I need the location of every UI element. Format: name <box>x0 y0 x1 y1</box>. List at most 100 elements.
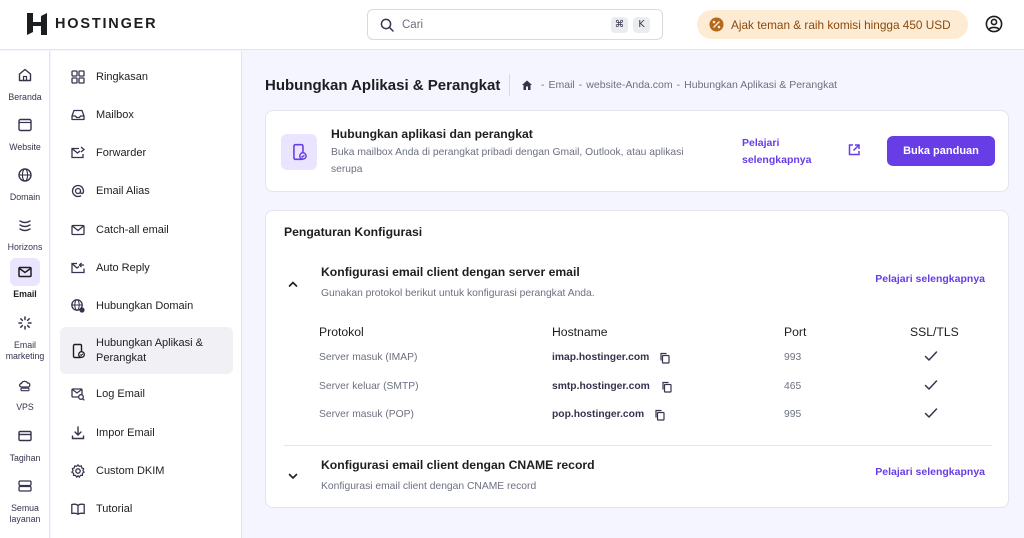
at-sign-icon <box>71 184 85 198</box>
credit-card-icon <box>18 430 32 442</box>
subnav-item-impor-email[interactable]: Impor Email <box>60 421 233 445</box>
brand-logo[interactable]: HOSTINGER <box>27 13 157 35</box>
open-guide-button[interactable]: Buka panduan <box>887 136 995 166</box>
subnav-item-tutorial[interactable]: Tutorial <box>60 497 233 521</box>
forward-mail-icon <box>71 146 86 159</box>
device-link-icon <box>293 143 307 161</box>
external-link-icon[interactable] <box>847 143 861 157</box>
feature-title: Hubungkan aplikasi dan perangkat <box>331 127 533 141</box>
section-cname-description: Konfigurasi email client dengan CNAME re… <box>321 481 537 492</box>
email-sub-nav: Ringkasan Mailbox Forwarder Email Alias … <box>51 51 242 538</box>
browser-icon <box>18 118 32 132</box>
subnav-item-email-alias[interactable]: Email Alias <box>60 179 233 203</box>
book-icon <box>71 503 85 515</box>
envelope-icon <box>71 224 85 236</box>
promo-text: Ajak teman & raih komisi hingga 450 USD <box>731 17 951 32</box>
sparkle-icon <box>18 316 32 330</box>
row-pop-hostname: pop.hostinger.com <box>552 409 645 420</box>
search-icon <box>380 18 394 32</box>
subnav-item-hubungkan-domain[interactable]: Hubungkan Domain <box>60 294 233 318</box>
subnav-item-forwarder[interactable]: Forwarder <box>60 141 233 165</box>
rail-item-tagihan[interactable]: Tagihan <box>0 422 50 464</box>
device-link-icon <box>72 343 85 358</box>
col-header-port: Port <box>784 325 807 339</box>
globe-link-icon <box>71 299 85 313</box>
subnav-item-auto-reply[interactable]: Auto Reply <box>60 256 233 280</box>
chevron-up-icon[interactable] <box>287 278 299 290</box>
copy-icon[interactable] <box>661 381 673 393</box>
col-header-hostname: Hostname <box>552 325 608 339</box>
hostinger-logo-icon <box>27 13 47 35</box>
connect-apps-card: Hubungkan aplikasi dan perangkat Buka ma… <box>265 110 1009 192</box>
import-icon <box>71 426 85 440</box>
section-server-title[interactable]: Konfigurasi email client dengan server e… <box>321 265 580 279</box>
log-search-icon <box>71 388 85 401</box>
section-server-learn-more[interactable]: Pelajari selengkapnya <box>875 273 985 285</box>
subnav-item-custom-dkim[interactable]: Custom DKIM <box>60 459 233 483</box>
rail-item-domain[interactable]: Domain <box>0 161 50 203</box>
account-avatar[interactable] <box>985 15 1003 33</box>
breadcrumb-domain[interactable]: website-Anda.com <box>586 79 672 91</box>
chevron-down-icon[interactable] <box>287 470 299 482</box>
home-icon <box>18 68 32 82</box>
top-bar: HOSTINGER Cari ⌘ K Ajak teman & raih kom… <box>0 0 1024 50</box>
rail-item-horizons[interactable]: Horizons <box>0 211 50 253</box>
referral-badge-icon <box>709 17 724 32</box>
user-circle-icon <box>985 15 1003 33</box>
breadcrumb-email[interactable]: Email <box>549 79 575 91</box>
subnav-item-ringkasan[interactable]: Ringkasan <box>60 65 233 89</box>
gear-icon <box>71 464 85 478</box>
cloud-server-icon <box>18 380 31 392</box>
mail-icon <box>18 266 32 278</box>
row-smtp-port: 465 <box>784 381 802 392</box>
row-imap-port: 993 <box>784 352 802 363</box>
auto-reply-icon <box>71 262 85 274</box>
row-smtp-protocol: Server keluar (SMTP) <box>319 381 419 392</box>
check-icon <box>924 408 938 418</box>
row-imap-hostname: imap.hostinger.com <box>552 352 650 363</box>
row-imap-protocol: Server masuk (IMAP) <box>319 352 418 363</box>
row-pop-protocol: Server masuk (POP) <box>319 409 414 420</box>
rail-item-beranda[interactable]: Beranda <box>0 61 50 103</box>
copy-icon[interactable] <box>659 352 671 364</box>
referral-promo-button[interactable]: Ajak teman & raih komisi hingga 450 USD <box>697 10 968 39</box>
breadcrumb-current: Hubungkan Aplikasi & Perangkat <box>684 79 838 91</box>
learn-more-link[interactable]: Pelajari selengkapnya <box>742 135 832 169</box>
shortcut-key-k: K <box>633 16 650 33</box>
breadcrumb-divider <box>509 74 510 96</box>
horizons-icon <box>19 220 31 232</box>
rail-item-semua-layanan[interactable]: Semua layanan <box>0 472 50 525</box>
dashboard-icon <box>71 70 85 84</box>
inbox-icon <box>71 109 85 121</box>
rail-item-email-marketing[interactable]: Email marketing <box>0 309 50 362</box>
col-header-ssl: SSL/TLS <box>910 325 959 339</box>
config-card: Pengaturan Konfigurasi Konfigurasi email… <box>265 210 1009 508</box>
row-pop-port: 995 <box>784 409 802 420</box>
search-input[interactable]: Cari ⌘ K <box>367 9 663 40</box>
primary-nav-rail: Beranda Website Domain Horizons Email Em… <box>0 51 50 538</box>
rail-item-website[interactable]: Website <box>0 111 50 153</box>
rail-item-vps[interactable]: VPS <box>0 371 50 413</box>
feature-description: Buka mailbox Anda di perangkat pribadi d… <box>331 147 684 175</box>
database-icon <box>18 480 32 492</box>
check-icon <box>924 351 938 361</box>
section-cname-title[interactable]: Konfigurasi email client dengan CNAME re… <box>321 458 595 472</box>
breadcrumb: - Email - website-Anda.com - Hubungkan A… <box>521 79 837 91</box>
subnav-item-catch-all[interactable]: Catch-all email <box>60 218 233 242</box>
globe-icon <box>18 168 32 182</box>
col-header-protocol: Protokol <box>319 325 364 339</box>
section-divider <box>284 445 992 446</box>
section-cname-learn-more[interactable]: Pelajari selengkapnya <box>875 466 985 478</box>
brand-name: HOSTINGER <box>55 16 158 32</box>
copy-icon[interactable] <box>654 409 666 421</box>
subnav-item-hubungkan-aplikasi[interactable]: Hubungkan Aplikasi & Perangkat <box>60 327 233 374</box>
subnav-item-log-email[interactable]: Log Email <box>60 382 233 406</box>
page-title: Hubungkan Aplikasi & Perangkat <box>265 77 501 94</box>
row-smtp-hostname: smtp.hostinger.com <box>552 381 650 392</box>
home-icon[interactable] <box>521 79 533 91</box>
search-placeholder: Cari <box>402 18 424 31</box>
section-server-description: Gunakan protokol berikut untuk konfigura… <box>321 288 595 299</box>
config-title: Pengaturan Konfigurasi <box>284 225 423 239</box>
rail-item-email[interactable]: Email <box>0 258 50 300</box>
subnav-item-mailbox[interactable]: Mailbox <box>60 103 233 127</box>
